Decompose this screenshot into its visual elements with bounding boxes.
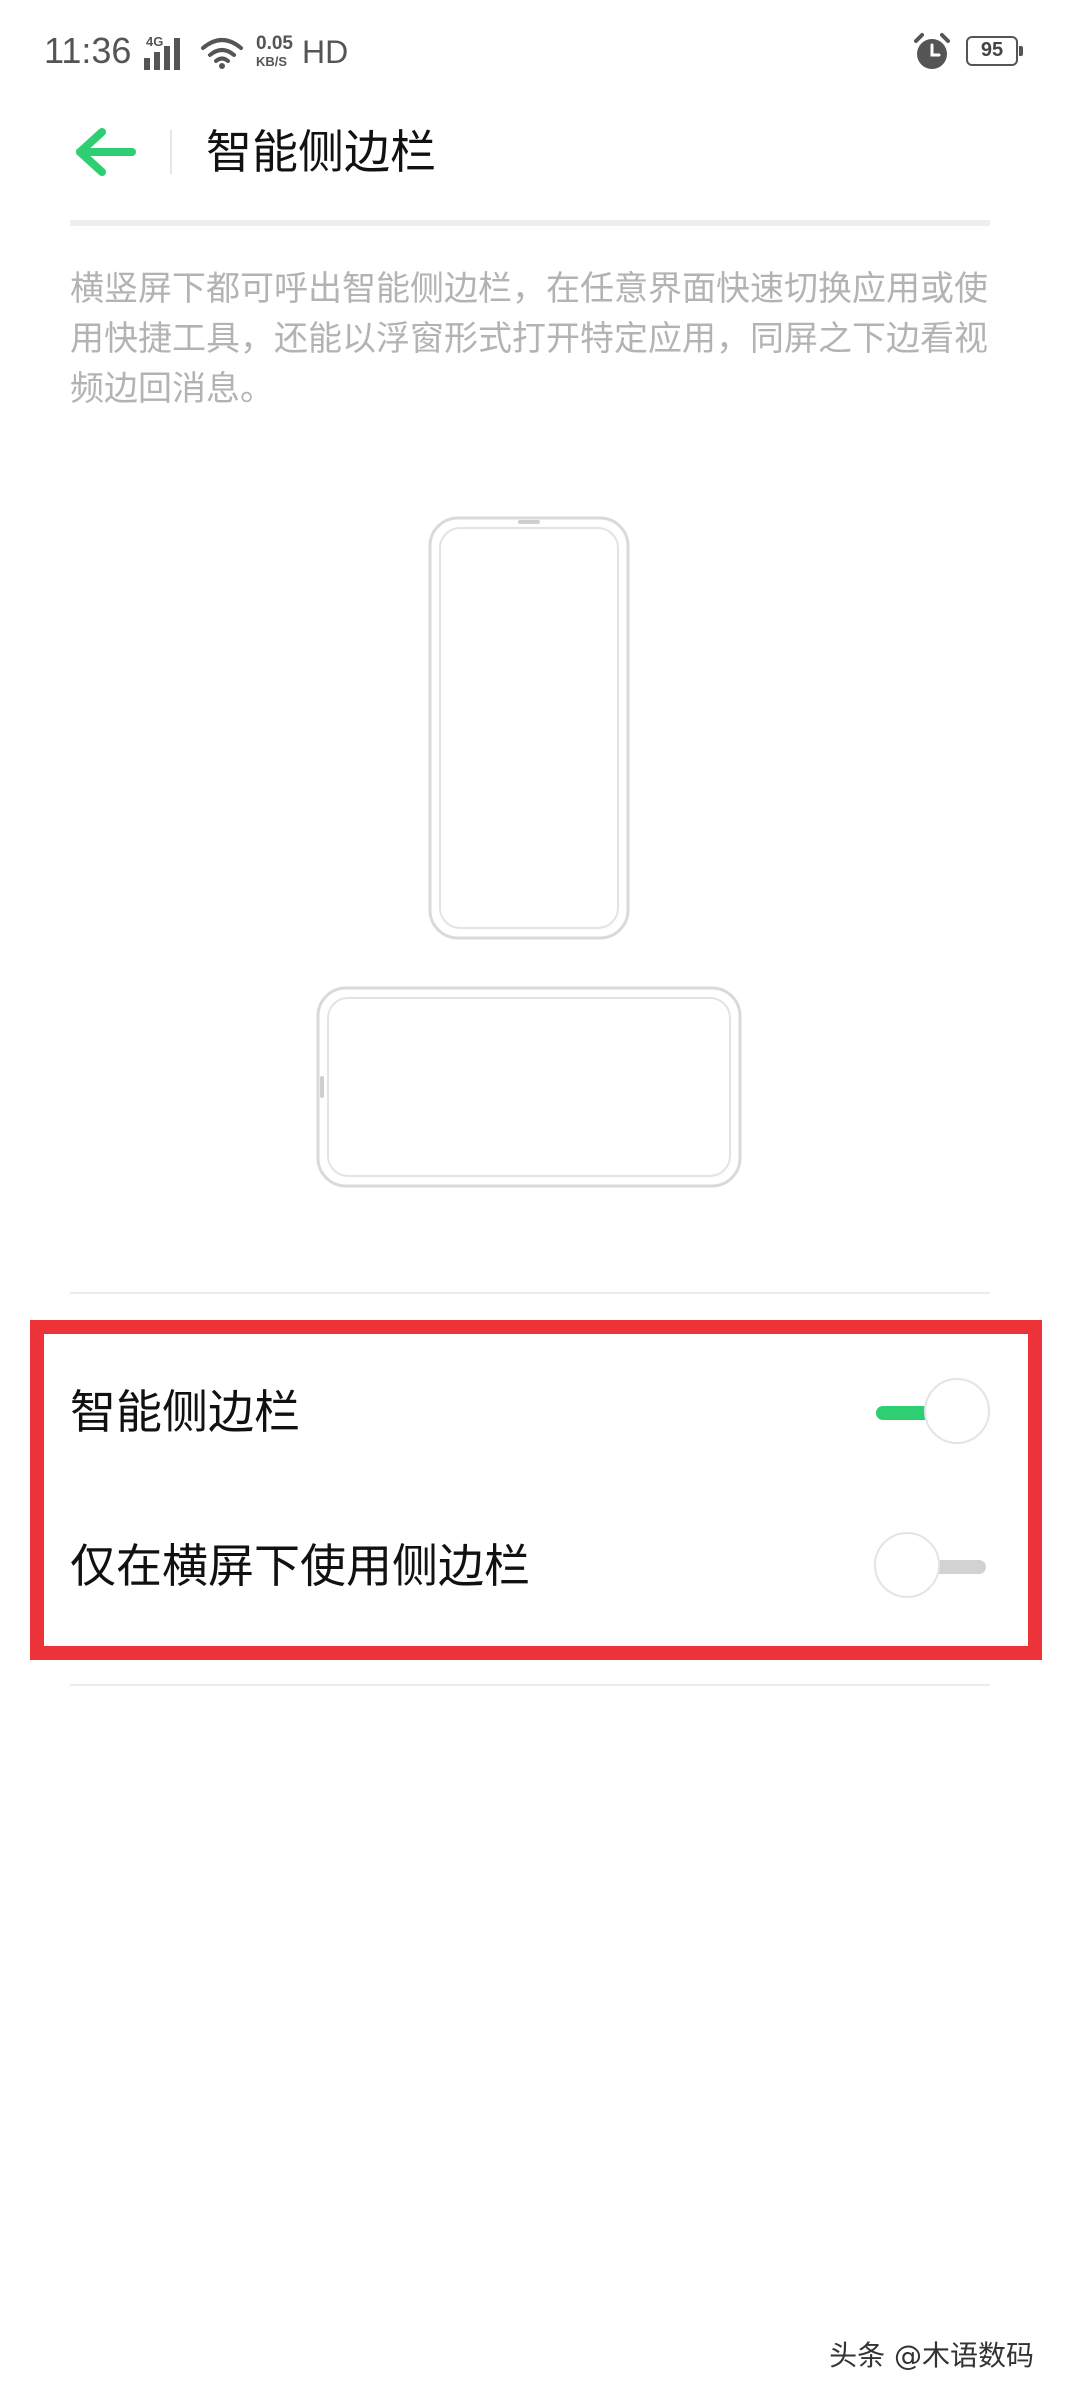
speed-unit: KB/S — [256, 54, 288, 69]
watermark: 头条 @木语数码 — [829, 2339, 1034, 2372]
hd-indicator: HD — [302, 34, 349, 70]
toggle-knob — [924, 1378, 990, 1444]
wifi-icon — [201, 38, 243, 69]
battery-level: 95 — [980, 39, 1004, 61]
feature-description: 横竖屏下都可呼出智能侧边栏，在任意界面快速切换应用或使用快捷工具，还能以浮窗形式… — [70, 269, 988, 409]
battery-icon: 95 — [966, 36, 1023, 66]
header-rule — [70, 220, 990, 226]
back-button[interactable] — [70, 120, 142, 184]
status-bar: 11:36 4G 0.05 KB/S HD 95 — [0, 0, 1080, 108]
phone-portrait-icon — [428, 516, 630, 940]
phone-landscape-icon — [316, 986, 742, 1188]
toggle-knob — [874, 1532, 940, 1598]
header-divider — [170, 130, 172, 174]
phone-illustration — [316, 516, 742, 1188]
setting-label: 智能侧边栏 — [70, 1385, 300, 1439]
network-type: 4G — [146, 34, 164, 49]
network-speed: 0.05 KB/S — [256, 34, 302, 68]
setting-row-smart-sidebar[interactable]: 智能侧边栏 — [70, 1362, 990, 1462]
page-title: 智能侧边栏 — [206, 125, 436, 179]
section-divider — [70, 1292, 990, 1294]
setting-row-landscape-only[interactable]: 仅在横屏下使用侧边栏 — [70, 1516, 990, 1616]
smart-sidebar-toggle[interactable] — [874, 1378, 990, 1446]
section-divider — [70, 1684, 990, 1686]
arrow-left-icon — [76, 128, 136, 176]
landscape-only-toggle[interactable] — [874, 1532, 990, 1600]
status-time: 11:36 — [44, 30, 132, 71]
setting-label: 仅在横屏下使用侧边栏 — [70, 1539, 530, 1593]
speed-value: 0.05 — [256, 33, 293, 54]
alarm-clock-icon — [914, 33, 950, 69]
